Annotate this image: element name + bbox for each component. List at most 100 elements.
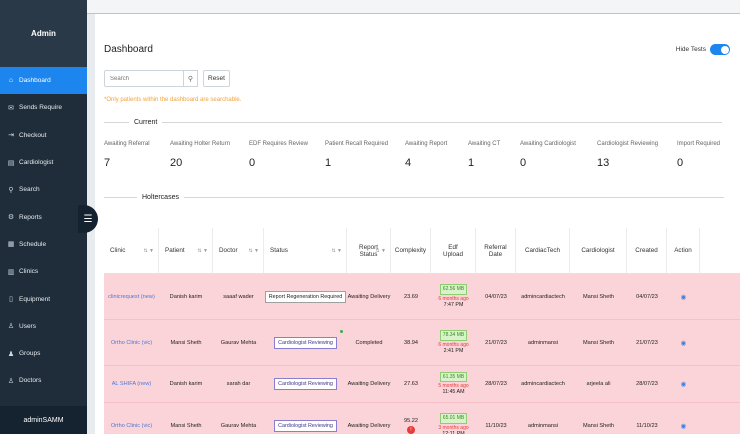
sidebar-item-groups[interactable]: ♟ Groups (0, 340, 87, 367)
sidebar-menu: ⌂ Dashboard ✉ Sends Require ⇥ Checkout ▤ Cardio… (0, 67, 87, 395)
search-icon[interactable]: ⚲ (184, 70, 198, 87)
column-header-cardiactech[interactable]: CardiacTech (516, 228, 570, 273)
action-cell: ◉ (667, 320, 700, 365)
sidebar-item-dashboard[interactable]: ⌂ Dashboard (0, 67, 87, 95)
column-label: Status (270, 247, 288, 254)
column-header-cardiologist[interactable]: Cardiologist (570, 228, 627, 273)
column-header-created[interactable]: Created (627, 228, 667, 273)
column-label: Edf Upload (443, 243, 463, 258)
main-area: Dashboard Hide Tests ⚲ Reset *Only patie… (87, 0, 740, 434)
column-label: Complexity (394, 247, 427, 254)
created-date: 28/07/23 (636, 381, 658, 387)
home-icon: ⌂ (8, 77, 14, 85)
table-row[interactable]: Ortho Clinic (vic) Mansi Sheth Gaurav Meht… (104, 320, 740, 366)
stat-cardiologist-reviewing[interactable]: Cardiologist Reviewing 13 (597, 141, 658, 169)
stat-awaiting-ct[interactable]: Awaiting CT 1 (468, 141, 500, 169)
stat-awaiting-cardiologist[interactable]: Awaiting Cardiologist 0 (520, 141, 576, 169)
clinic-cell[interactable]: Ortho Clinic (vic) (104, 403, 159, 434)
referral-date: 28/07/23 (485, 381, 507, 387)
patient-name: Mansi Sheth (170, 339, 202, 346)
status-cell: Cardiologist Reviewing (264, 403, 347, 434)
view-eye-icon[interactable]: ◉ (681, 422, 687, 430)
filter-icon[interactable]: ⇅ ▼ (375, 248, 386, 254)
column-label: Clinic (110, 247, 126, 254)
status-badge[interactable]: Cardiologist Reviewing (274, 378, 337, 390)
user-icon: ♙ (7, 323, 15, 331)
cardiactech-cell: admincardiactech (516, 366, 570, 402)
filter-icon[interactable]: ⇅ ▼ (143, 248, 154, 254)
cardiologist-cell: Mansi Sheth (570, 274, 627, 319)
stat-import-required[interactable]: Import Required 0 (677, 141, 720, 169)
search-input[interactable] (104, 70, 184, 87)
sidebar-item-reports[interactable]: ⚙ Reports (0, 203, 87, 230)
column-header-action[interactable]: Action (667, 228, 700, 273)
sidebar-item-equipment[interactable]: ▯ Equipment (0, 285, 87, 312)
filter-icon[interactable]: ⇅ ▼ (331, 248, 342, 254)
reset-button[interactable]: Reset (203, 70, 230, 87)
doctor-cell: Gaurav Mehta (213, 320, 264, 365)
column-header-status[interactable]: Status ⇅ ▼ (264, 228, 347, 273)
column-header-doctor[interactable]: Doctor ⇅ ▼ (213, 228, 264, 273)
edf-size-badge[interactable]: 62.56 MB (439, 284, 468, 295)
sidebar-item-checkout[interactable]: ⇥ Checkout (0, 122, 87, 149)
column-header-referral-date[interactable]: Referral Date (476, 228, 516, 273)
cardiologist-name: arjeela ali (586, 381, 611, 387)
stat-edf-requires-review[interactable]: EDF Requires Review 0 (249, 141, 308, 169)
column-header-edf-upload[interactable]: Edf Upload (431, 228, 476, 273)
divider (183, 197, 724, 198)
table-row[interactable]: AL SHIFA (new) Danish karim sarah dar Cardi… (104, 366, 740, 403)
cardiactech-name: adminmansi (527, 339, 559, 346)
view-eye-icon[interactable]: ◉ (681, 380, 687, 388)
stat-awaiting-holter-return[interactable]: Awaiting Holter Return 20 (170, 141, 230, 169)
edf-size-badge[interactable]: 65.01 MB (439, 413, 468, 424)
status-badge[interactable]: Cardiologist Reviewing (274, 336, 337, 349)
column-header-clinic[interactable]: Clinic ⇅ ▼ (104, 228, 159, 273)
patient-name: Danish karim (169, 381, 203, 387)
edf-time: 7:47 PM (443, 301, 464, 308)
stat-label: Awaiting Cardiologist (520, 141, 576, 147)
view-eye-icon[interactable]: ◉ (681, 293, 687, 301)
edf-size-badge[interactable]: 78.34 MB (439, 330, 468, 341)
column-label: Action (674, 247, 692, 254)
current-user[interactable]: adminSAMM (0, 406, 87, 434)
status-badge[interactable]: Report Regeneration Required (264, 290, 347, 303)
view-eye-icon[interactable]: ◉ (681, 339, 687, 347)
sidebar-item-cardiologist[interactable]: ▤ Cardiologist (0, 149, 87, 176)
referral-date-cell: 11/10/23 (476, 403, 516, 434)
column-header-report-status[interactable]: Report Status ⇅ ▼ (347, 228, 391, 273)
doctor-name: Gaurav Mehta (220, 339, 257, 346)
stat-awaiting-report[interactable]: Awaiting Report 4 (405, 141, 447, 169)
sidebar-item-users[interactable]: ♙ Users (0, 313, 87, 340)
stat-awaiting-referral[interactable]: Awaiting Referral 7 (104, 141, 150, 169)
filter-icon[interactable]: ⇅ ▼ (197, 248, 208, 254)
table-row[interactable]: clinicrequest (new) Danish karim saaaf wad… (104, 274, 740, 320)
sidebar-item-search[interactable]: ⚲ Search (0, 176, 87, 203)
filter-icon[interactable]: ⇅ ▼ (248, 248, 259, 254)
sidebar-item-doctors[interactable]: ♙ Doctors (0, 367, 87, 394)
report-status-cell: Completed (347, 320, 391, 365)
clinic-cell[interactable]: clinicrequest (new) (104, 274, 159, 319)
sidebar-item-sends-require[interactable]: ✉ Sends Require (0, 94, 87, 121)
cardiologist-name: Mansi Sheth (582, 339, 615, 346)
edf-size-badge[interactable]: 61.35 MB (439, 371, 468, 383)
mail-icon: ✉ (8, 104, 14, 112)
sidebar-item-clinics[interactable]: ▥ Clinics (0, 258, 87, 285)
complexity-cell: 27.63 (391, 366, 431, 402)
table-row[interactable]: Ortho Clinic (vic) Mansi Sheth Gaurav Meht… (104, 403, 740, 434)
column-header-complexity[interactable]: Complexity (391, 228, 431, 273)
clinic-cell[interactable]: AL SHIFA (new) (104, 366, 159, 402)
sidebar-item-label: Users (19, 322, 36, 330)
created-date: 04/07/23 (636, 293, 658, 300)
logout-icon: ⇥ (8, 132, 14, 140)
stat-patient-recall-required[interactable]: Patient Recall Required 1 (325, 141, 388, 169)
column-label: Created (635, 247, 658, 254)
cardiologist-name: Mansi Sheth (582, 422, 615, 429)
sidebar-item-schedule[interactable]: ▦ Schedule (0, 231, 87, 258)
column-header-patient[interactable]: Patient ⇅ ▼ (159, 228, 213, 273)
clinic-cell[interactable]: Ortho Clinic (vic) (104, 320, 159, 365)
sidebar-item-label: Dashboard (19, 77, 51, 85)
status-badge[interactable]: Cardiologist Reviewing (274, 419, 337, 432)
hide-tests-toggle[interactable] (710, 44, 730, 55)
complexity-cell: 95.22! (391, 403, 431, 434)
sidebar-item-label: Equipment (19, 295, 51, 303)
